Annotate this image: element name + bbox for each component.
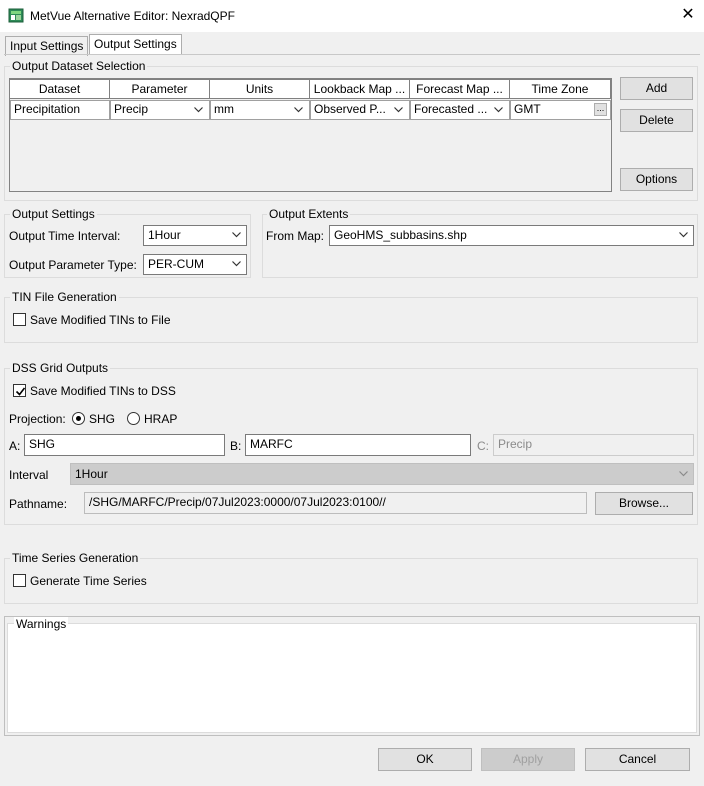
chevron-down-icon	[494, 107, 503, 113]
cell-parameter-value: Precip	[114, 102, 149, 116]
col-header-forecast[interactable]: Forecast Map ...	[410, 79, 510, 99]
part-b-input[interactable]: MARFC	[245, 434, 471, 456]
timeseries-legend: Time Series Generation	[10, 551, 141, 565]
projection-hrap-label[interactable]: HRAP	[144, 412, 177, 426]
part-a-input[interactable]: SHG	[24, 434, 225, 456]
pathname-label: Pathname:	[9, 497, 68, 511]
ok-button[interactable]: OK	[378, 748, 472, 771]
pathname-field: /SHG/MARFC/Precip/07Jul2023:0000/07Jul20…	[84, 492, 587, 514]
warnings-legend: Warnings	[14, 617, 69, 631]
output-param-type-select[interactable]: PER-CUM	[143, 254, 247, 275]
col-header-dataset[interactable]: Dataset	[10, 79, 110, 99]
cancel-button[interactable]: Cancel	[585, 748, 690, 771]
from-map-value: GeoHMS_subbasins.shp	[334, 228, 467, 242]
part-c-label: C:	[477, 439, 489, 453]
cell-dataset[interactable]: Precipitation	[10, 100, 110, 120]
output-interval-label: Output Time Interval:	[9, 229, 121, 243]
output-settings-legend: Output Settings	[10, 207, 97, 221]
browse-button[interactable]: Browse...	[595, 492, 693, 515]
part-c-input: Precip	[493, 434, 694, 456]
checkmark-icon	[15, 387, 26, 396]
output-param-type-label: Output Parameter Type:	[9, 258, 137, 272]
interval-select: 1Hour	[70, 463, 694, 485]
chevron-down-icon	[232, 232, 241, 238]
cell-lookback[interactable]: Observed P...	[310, 100, 410, 120]
chevron-down-icon	[194, 107, 203, 113]
output-interval-value: 1Hour	[148, 228, 181, 242]
output-param-type-value: PER-CUM	[148, 257, 204, 271]
output-extents-legend: Output Extents	[267, 207, 351, 221]
tab-output-settings[interactable]: Output Settings	[89, 34, 182, 55]
tin-legend: TIN File Generation	[10, 290, 119, 304]
warnings-text-area[interactable]	[7, 623, 697, 733]
save-tins-dss-checkbox[interactable]	[13, 384, 26, 397]
interval-value: 1Hour	[75, 467, 108, 481]
cell-forecast-value: Forecasted ...	[414, 102, 488, 116]
chevron-down-icon	[294, 107, 303, 113]
tab-input-settings[interactable]: Input Settings	[5, 36, 89, 56]
save-tins-file-label[interactable]: Save Modified TINs to File	[30, 313, 171, 327]
options-button[interactable]: Options	[620, 168, 693, 191]
from-map-label: From Map:	[266, 229, 325, 243]
save-tins-file-checkbox[interactable]	[13, 313, 26, 326]
save-tins-dss-label[interactable]: Save Modified TINs to DSS	[30, 384, 176, 398]
part-b-label: B:	[230, 439, 242, 453]
cell-units[interactable]: mm	[210, 100, 310, 120]
col-header-lookback[interactable]: Lookback Map ...	[310, 79, 410, 99]
cell-timezone[interactable]: GMT ...	[510, 100, 611, 120]
add-button[interactable]: Add	[620, 77, 693, 100]
cell-parameter[interactable]: Precip	[110, 100, 210, 120]
dataset-selection-legend: Output Dataset Selection	[10, 59, 148, 73]
chevron-down-icon	[679, 232, 688, 238]
cell-units-value: mm	[214, 102, 234, 116]
interval-label: Interval	[9, 468, 49, 482]
output-interval-select[interactable]: 1Hour	[143, 225, 247, 246]
chevron-down-icon	[394, 107, 403, 113]
apply-button: Apply	[481, 748, 575, 771]
timezone-picker-button[interactable]: ...	[594, 103, 607, 116]
col-header-units[interactable]: Units	[210, 79, 310, 99]
cell-forecast[interactable]: Forecasted ...	[410, 100, 510, 120]
close-icon[interactable]: ✕	[678, 5, 698, 25]
dss-legend: DSS Grid Outputs	[10, 361, 111, 375]
chevron-down-icon	[232, 261, 241, 267]
col-header-parameter[interactable]: Parameter	[110, 79, 210, 99]
tab-divider	[4, 54, 700, 55]
projection-shg-label[interactable]: SHG	[89, 412, 115, 426]
col-header-timezone[interactable]: Time Zone	[510, 79, 611, 99]
delete-button[interactable]: Delete	[620, 109, 693, 132]
projection-shg-radio[interactable]	[72, 412, 85, 425]
generate-timeseries-label[interactable]: Generate Time Series	[30, 574, 147, 588]
part-a-label: A:	[9, 439, 21, 453]
projection-label: Projection:	[9, 412, 66, 426]
chevron-down-icon	[679, 471, 688, 477]
cell-timezone-value: GMT	[514, 102, 541, 116]
from-map-select[interactable]: GeoHMS_subbasins.shp	[329, 225, 694, 246]
projection-hrap-radio[interactable]	[127, 412, 140, 425]
cell-lookback-value: Observed P...	[314, 102, 386, 116]
window-title: MetVue Alternative Editor: NexradQPF	[30, 9, 235, 23]
output-extents-group	[262, 214, 698, 278]
generate-timeseries-checkbox[interactable]	[13, 574, 26, 587]
app-icon	[8, 8, 24, 23]
